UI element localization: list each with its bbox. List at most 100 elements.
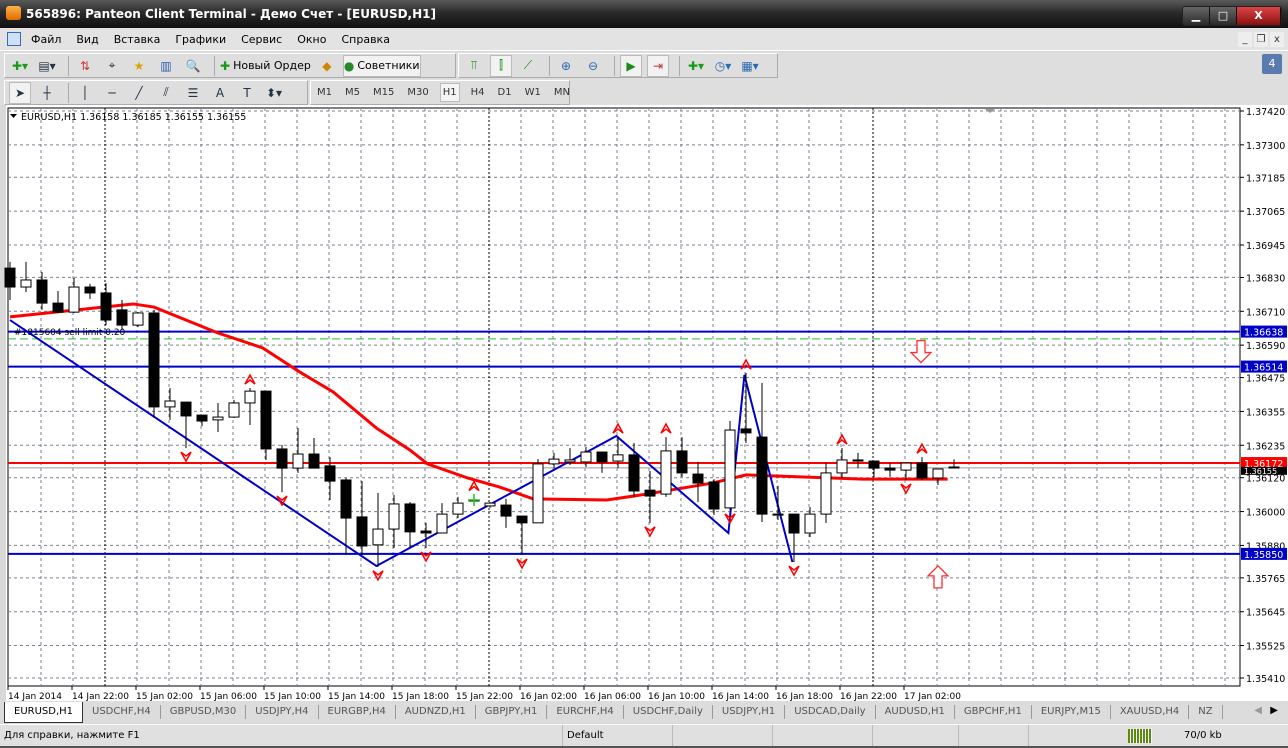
chart-tab[interactable]: EURUSD,H1 (4, 701, 84, 723)
menu-window[interactable]: Окно (297, 33, 326, 46)
candle-body (84, 286, 96, 294)
templates-icon[interactable]: ▦▾ (739, 55, 761, 77)
drawing-toolbar: ➤ ┼ │ ─ ╱ ⫽ ☰ A T ⬍▾ M1 M5 M15 M30 H1 H4… (0, 79, 1288, 106)
time-axis-label: 16 Jan 22:00 (840, 692, 897, 701)
notifications-button[interactable]: 4 (1262, 54, 1282, 74)
minimize-button[interactable]: ▁ (1183, 7, 1210, 25)
fibonacci-icon[interactable]: ☰ (182, 82, 204, 104)
candle-body (852, 459, 864, 462)
candle-body (532, 463, 544, 524)
chart-tab[interactable]: AUDUSD,H1 (876, 705, 955, 719)
terminal-icon[interactable]: ▥ (155, 55, 177, 77)
time-axis-label: 15 Jan 10:00 (264, 692, 321, 701)
mdi-restore-button[interactable]: ❐ (1254, 32, 1268, 47)
text-icon[interactable]: A (209, 82, 231, 104)
chart-shift-icon[interactable]: ⇥ (647, 54, 669, 77)
menu-view[interactable]: Вид (76, 33, 98, 46)
mdi-close-button[interactable]: x (1270, 32, 1284, 47)
title-bar: 565896: Panteon Client Terminal - Демо С… (0, 0, 1288, 28)
mdi-minimize-button[interactable]: _ (1238, 32, 1252, 47)
auto-scroll-icon[interactable]: ▶ (620, 54, 642, 77)
crosshair-icon[interactable]: ┼ (36, 82, 58, 104)
timeframe-d1[interactable]: D1 (496, 84, 514, 101)
zoom-in-icon[interactable]: ⊕ (555, 55, 577, 77)
timeframe-m15[interactable]: M15 (371, 84, 396, 101)
candle (724, 421, 736, 510)
cursor-icon[interactable]: ➤ (9, 81, 31, 104)
menu-insert[interactable]: Вставка (114, 33, 161, 46)
menu-help[interactable]: Справка (341, 33, 389, 46)
line-chart-icon[interactable]: ⟋ (517, 55, 539, 77)
time-axis-label: 15 Jan 06:00 (200, 692, 257, 701)
indicators-icon[interactable]: ✚▾ (685, 55, 707, 77)
data-window-icon[interactable]: ⌖ (101, 55, 123, 77)
close-button[interactable]: X (1237, 7, 1281, 25)
metaeditor-icon[interactable]: ◆ (316, 55, 338, 77)
chart-tab[interactable]: USDJPY,H4 (246, 705, 319, 719)
candle-body (868, 460, 880, 469)
candle-body (260, 390, 272, 450)
candle-body (164, 400, 176, 408)
time-axis-label: 16 Jan 18:00 (776, 692, 833, 701)
profiles-icon[interactable]: ▤▾ (36, 55, 58, 77)
candle-body (804, 513, 816, 534)
chart-tab[interactable]: GBPUSD,M30 (161, 705, 247, 719)
price-chart[interactable]: 1.37420 1.37300 1.37185 1.37065 1.36945 1.368… (0, 105, 1288, 701)
candle-body (452, 502, 464, 515)
navigator-icon[interactable]: ★ (128, 55, 150, 77)
chart-tab[interactable]: EURCHF,H4 (547, 705, 624, 719)
timeframe-m30[interactable]: M30 (405, 84, 430, 101)
chart-tab[interactable]: EURGBP,H4 (319, 705, 396, 719)
timeframe-m5[interactable]: M5 (343, 84, 362, 101)
candle-body (52, 302, 64, 313)
chart-legend: EURUSD,H1 1.36158 1.36185 1.36155 1.3615… (21, 112, 246, 123)
new-order-button[interactable]: ✚ Новый Ордер (220, 55, 311, 77)
chart-tab[interactable]: USDJPY,H1 (713, 705, 786, 719)
chart-tab[interactable]: GBPJPY,H1 (476, 705, 548, 719)
timeframe-h4[interactable]: H4 (469, 84, 487, 101)
new-order-icon: ✚ (220, 58, 231, 73)
timeframe-m1[interactable]: M1 (315, 84, 334, 101)
plot-area[interactable] (7, 107, 1241, 687)
equidistant-channel-icon[interactable]: ⫽ (155, 82, 177, 104)
chart-tab[interactable]: AUDNZD,H1 (396, 705, 476, 719)
candlestick-icon[interactable]: ⫿ (490, 54, 512, 77)
chart-tab[interactable]: USDCHF,H4 (83, 705, 161, 719)
trendline-icon[interactable]: ╱ (128, 82, 150, 104)
maximize-button[interactable]: □ (1210, 7, 1237, 25)
candle-body (916, 462, 928, 479)
time-axis-label: 15 Jan 14:00 (328, 692, 385, 701)
market-watch-icon[interactable]: ⇅ (74, 55, 96, 77)
tab-scroll-left-icon[interactable]: ◀ (1254, 705, 1262, 716)
horizontal-line-icon[interactable]: ─ (101, 82, 123, 104)
chart-tab[interactable]: GBPCHF,H1 (955, 705, 1032, 719)
menu-file[interactable]: Файл (31, 33, 61, 46)
zoom-out-icon[interactable]: ⊖ (582, 55, 604, 77)
chart-tab[interactable]: XAUUSD,H4 (1111, 705, 1190, 719)
timeframe-h1[interactable]: H1 (439, 83, 460, 102)
timeframe-w1[interactable]: W1 (523, 84, 543, 101)
tab-scroll-right-icon[interactable]: ▶ (1270, 705, 1278, 716)
candle-body (564, 459, 576, 463)
chart-tab[interactable]: EURJPY,M15 (1032, 705, 1111, 719)
vertical-line-icon[interactable]: │ (74, 82, 96, 104)
periods-icon[interactable]: ◷▾ (712, 55, 734, 77)
candle-body (660, 450, 672, 495)
chart-window-icon[interactable] (7, 32, 21, 46)
tester-icon[interactable]: 🔍 (182, 55, 204, 77)
chart-tab[interactable]: USDCHF,Daily (624, 705, 713, 719)
candle (228, 399, 240, 418)
menu-bar: Файл Вид Вставка Графики Сервис Окно Спр… (0, 28, 1288, 51)
connection-status-icon[interactable] (1128, 729, 1152, 743)
text-label-icon[interactable]: T (236, 82, 258, 104)
chart-tab[interactable]: USDCAD,Daily (785, 705, 876, 719)
menu-tools[interactable]: Сервис (241, 33, 282, 46)
experts-button[interactable]: ● Советники (342, 54, 421, 77)
new-chart-icon[interactable]: ✚▾ (9, 55, 31, 77)
chart-tab[interactable]: NZ (1189, 705, 1223, 719)
bar-chart-icon[interactable]: ⫪ (463, 55, 485, 77)
time-axis-label: 15 Jan 02:00 (136, 692, 193, 701)
arrows-icon[interactable]: ⬍▾ (263, 82, 285, 104)
timeframe-mn[interactable]: MN (552, 84, 572, 101)
menu-charts[interactable]: Графики (175, 33, 226, 46)
